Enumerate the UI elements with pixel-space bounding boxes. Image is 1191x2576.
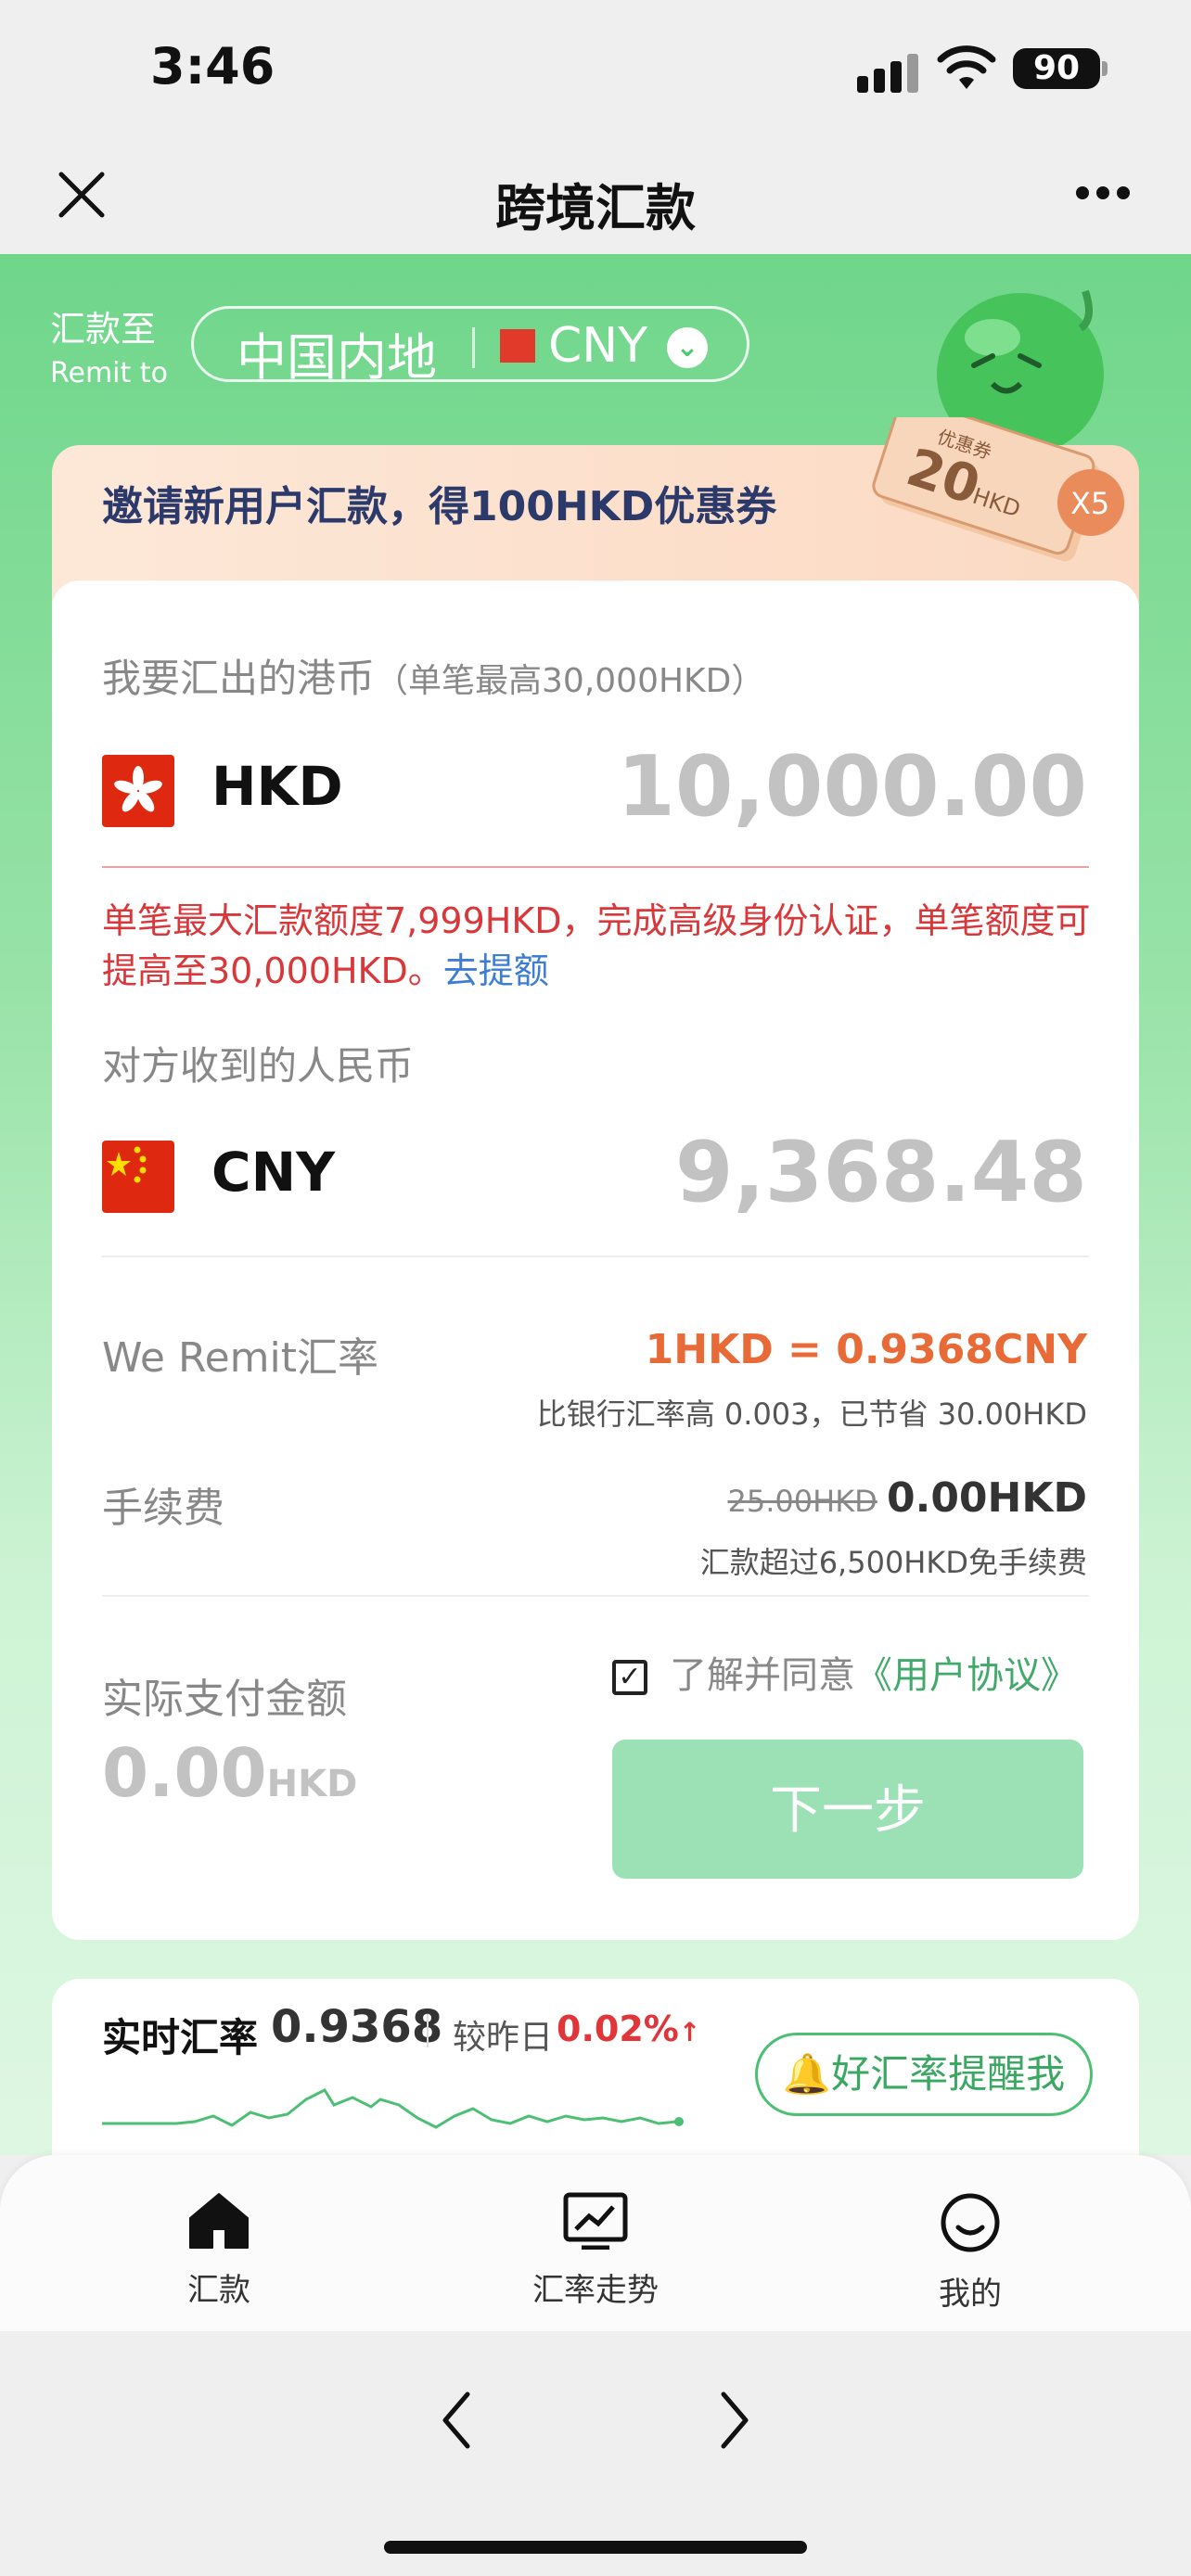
cn-flag-icon-large xyxy=(102,1141,174,1213)
agree-text: 了解并同意 xyxy=(670,1654,855,1697)
send-underline xyxy=(102,866,1089,868)
rate-alert-label: 好汇率提醒我 xyxy=(831,2051,1066,2097)
agreement-link[interactable]: 《用户协议》 xyxy=(855,1654,1078,1697)
battery-tip xyxy=(1102,61,1108,76)
fee-new: 0.00HKD xyxy=(886,1474,1087,1522)
tab-bar: 汇款 汇率走势 我的 xyxy=(0,2155,1191,2331)
receive-amount-input[interactable]: 9,368.48 xyxy=(675,1124,1087,1221)
tab-profile[interactable]: 我的 xyxy=(859,2192,1082,2314)
remit-to-zh: 汇款至 xyxy=(50,309,157,350)
live-rate-change: 0.02%↑ xyxy=(557,2009,700,2049)
tab-rate-trend[interactable]: 汇率走势 xyxy=(484,2192,707,2310)
fee-divider xyxy=(102,1595,1089,1597)
warning-text: 单笔最大汇款额度7,999HKD，完成高级身份认证，单笔额度可提高至30,000… xyxy=(102,900,1091,991)
fee-note: 汇款超过6,500HKD免手续费 xyxy=(699,1545,1087,1580)
remit-card: 我要汇出的港币（单笔最高30,000HKD） HKD 10,000.00 单笔最… xyxy=(52,580,1139,1940)
live-rate-compare-label: 较昨日 xyxy=(453,2019,554,2057)
home-icon xyxy=(189,2193,249,2249)
limit-warning: 单笔最大汇款额度7,999HKD，完成高级身份认证，单笔额度可提高至30,000… xyxy=(102,896,1095,996)
live-rate-change-value: 0.02% xyxy=(557,2009,679,2049)
back-arrow-icon[interactable] xyxy=(429,2383,484,2457)
hk-flag-icon xyxy=(102,755,174,827)
send-currency: HKD xyxy=(211,755,343,818)
rate-alert-button[interactable]: 🔔好汇率提醒我 xyxy=(755,2033,1093,2116)
cn-flag-icon xyxy=(500,329,535,363)
live-rate-divider xyxy=(427,2014,429,2047)
rate-label: We Remit汇率 xyxy=(102,1334,378,1382)
chart-trend-icon xyxy=(563,2192,628,2250)
promo-text: 邀请新用户汇款，得100HKD优惠券 xyxy=(102,483,777,530)
status-bar: 3:46 90 xyxy=(0,0,1191,139)
next-button[interactable]: 下一步 xyxy=(612,1740,1083,1879)
receive-label: 对方收到的人民币 xyxy=(102,1043,415,1089)
more-icon[interactable] xyxy=(1076,185,1137,203)
profile-icon xyxy=(941,2193,1000,2252)
send-label: 我要汇出的港币（单笔最高30,000HKD） xyxy=(102,647,764,704)
live-rate-title: 实时汇率 xyxy=(102,2015,259,2060)
tab-remit-label: 汇款 xyxy=(187,2272,250,2309)
wifi-icon xyxy=(937,45,996,89)
page-title: 跨境汇款 xyxy=(495,179,696,237)
raise-limit-link[interactable]: 去提额 xyxy=(443,950,549,991)
region-divider xyxy=(472,327,475,368)
agreement-row: ✓ 了解并同意《用户协议》 xyxy=(612,1645,1078,1699)
agree-checkbox[interactable]: ✓ xyxy=(612,1660,647,1695)
receive-currency: CNY xyxy=(211,1141,336,1204)
tab-profile-label: 我的 xyxy=(939,2276,1002,2313)
arrow-up-icon: ↑ xyxy=(678,2017,701,2047)
status-time: 3:46 xyxy=(150,37,275,96)
battery-icon: 90 xyxy=(1013,48,1100,89)
forward-arrow-icon[interactable] xyxy=(707,2383,762,2457)
home-indicator[interactable] xyxy=(384,2541,807,2554)
send-limit: （单笔最高30,000HKD） xyxy=(375,662,765,700)
bell-icon: 🔔 xyxy=(782,2051,832,2097)
signal-icon xyxy=(857,54,924,93)
payment-label: 实际支付金额 xyxy=(102,1676,347,1723)
rate-note: 比银行汇率高 0.003，已节省 30.00HKD xyxy=(536,1396,1087,1432)
fee-values: 25.00HKD 0.00HKD xyxy=(728,1474,1087,1522)
coupon-icon: 优惠券 20 HKD X5 xyxy=(872,417,1124,562)
payment-amount-unit: HKD xyxy=(266,1763,358,1805)
region-currency: CNY xyxy=(548,318,647,374)
coupon-count: X5 xyxy=(1070,486,1109,521)
region-selector[interactable]: 中国内地 CNY ⌄ xyxy=(191,306,749,387)
payment-amount-value: 0.00 xyxy=(102,1734,267,1812)
remit-to-label: 汇款至 Remit to xyxy=(50,300,168,389)
chevron-down-icon: ⌄ xyxy=(667,327,708,368)
region-name: 中国内地 xyxy=(237,328,437,387)
rate-value: 1HKD = 0.9368CNY xyxy=(645,1326,1087,1373)
send-label-text: 我要汇出的港币 xyxy=(102,656,376,701)
remit-to-en: Remit to xyxy=(50,357,168,389)
nav-bar: 跨境汇款 xyxy=(0,139,1191,254)
tab-rate-trend-label: 汇率走势 xyxy=(532,2272,659,2309)
payment-amount: 0.00HKD xyxy=(102,1734,357,1812)
receive-divider xyxy=(102,1256,1089,1257)
tab-remit[interactable]: 汇款 xyxy=(108,2192,330,2310)
fee-old: 25.00HKD xyxy=(727,1484,877,1519)
fee-label: 手续费 xyxy=(102,1485,224,1532)
live-rate-value: 0.9368 xyxy=(271,2001,443,2053)
send-amount-input[interactable]: 10,000.00 xyxy=(617,738,1087,835)
browser-toolbar xyxy=(0,2331,1191,2576)
